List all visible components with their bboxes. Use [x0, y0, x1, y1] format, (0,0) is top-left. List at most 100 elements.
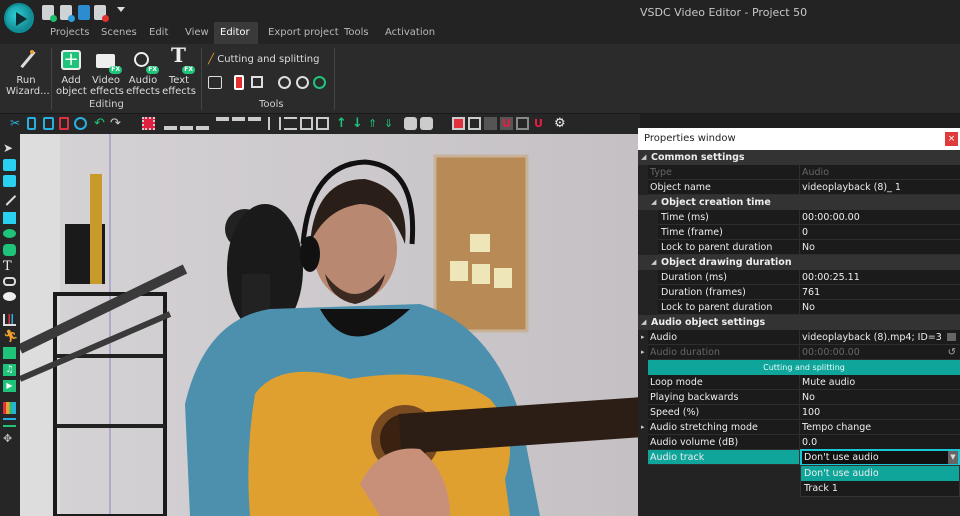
audio-spectrum-icon[interactable]	[3, 402, 16, 414]
property-value[interactable]: 100	[802, 405, 820, 420]
export-icon[interactable]	[78, 5, 90, 20]
paste-icon[interactable]	[43, 117, 54, 130]
property-value[interactable]: Tempo change	[802, 420, 871, 435]
property-row-duration-ms[interactable]: Duration (ms) 00:00:25.11	[638, 270, 960, 285]
multi-sprite-icon[interactable]	[3, 175, 16, 187]
delete-icon[interactable]	[59, 117, 69, 130]
close-icon[interactable]: ×	[945, 132, 958, 146]
move-icon[interactable]: ✥	[3, 433, 16, 445]
collapse-icon[interactable]: ◢	[641, 150, 646, 165]
property-value[interactable]: No	[802, 390, 815, 405]
property-row-duration-frames[interactable]: Duration (frames) 761	[638, 285, 960, 300]
expand-icon[interactable]: ▸	[641, 420, 645, 435]
property-row-lock-to-parent-duration[interactable]: Lock to parent duration No	[638, 300, 960, 315]
snap-edge-icon[interactable]: U	[532, 117, 545, 130]
cutting-and-splitting-button[interactable]: Cutting and splitting	[648, 360, 960, 375]
align-middle-icon[interactable]	[232, 117, 245, 130]
ungroup-icon[interactable]	[468, 117, 481, 130]
crop-icon[interactable]	[251, 76, 263, 88]
freehand-shape-icon[interactable]	[3, 244, 16, 256]
property-value[interactable]: No	[802, 240, 815, 255]
align-left-icon[interactable]	[164, 117, 177, 130]
run-wizard-button[interactable]: Run Wizard...	[6, 48, 50, 97]
distribute-horizontal-icon[interactable]	[268, 117, 281, 130]
ellipse-icon[interactable]	[3, 229, 16, 238]
chevron-down-icon[interactable]: ▼	[948, 451, 958, 464]
tab-edit[interactable]: Edit	[143, 22, 174, 44]
align-right-icon[interactable]	[196, 117, 209, 130]
section-object-drawing-duration[interactable]: ◢ Object drawing duration	[638, 255, 960, 270]
property-row-audio-duration[interactable]: ▸ Audio duration 00:00:00.00 ↺	[638, 345, 960, 360]
text-effects-button[interactable]: T FX Text effects	[162, 45, 196, 97]
settings-gear-icon[interactable]: ⚙	[554, 117, 567, 130]
property-value[interactable]: 0.0	[802, 435, 817, 450]
dropdown-icon[interactable]	[117, 7, 125, 12]
property-row-time-ms[interactable]: Time (ms) 00:00:00.00	[638, 210, 960, 225]
collapse-icon[interactable]: ◢	[651, 195, 656, 210]
chart-icon[interactable]	[3, 314, 16, 326]
property-value[interactable]: 761	[802, 285, 820, 300]
cut-icon[interactable]: ✂	[10, 117, 23, 130]
tab-editor[interactable]: Editor	[214, 22, 258, 44]
pointer-icon[interactable]: ➤	[3, 142, 16, 154]
property-value[interactable]: videoplayback (8)_ 1	[802, 180, 901, 195]
video-preview[interactable]	[20, 134, 640, 516]
new-project-icon[interactable]	[42, 5, 57, 22]
magnet-icon[interactable]: U	[500, 117, 513, 130]
property-value[interactable]: videoplayback (8).mp4; ID=3	[802, 330, 942, 345]
tab-projects[interactable]: Projects	[44, 22, 95, 44]
same-size-icon[interactable]	[300, 117, 313, 130]
tab-export-project[interactable]: Export project	[262, 22, 345, 44]
property-value[interactable]: 00:00:25.11	[802, 270, 860, 285]
move-bottom-icon[interactable]: ⇓	[384, 117, 397, 130]
image-icon[interactable]	[3, 347, 16, 359]
reset-icon[interactable]: ↺	[948, 345, 956, 360]
stabilize-icon[interactable]	[313, 76, 326, 89]
expand-icon[interactable]: ▸	[641, 330, 645, 345]
property-row-playing-backwards[interactable]: Playing backwards No	[638, 390, 960, 405]
open-file-icon[interactable]	[947, 333, 956, 341]
record-icon[interactable]	[94, 5, 109, 22]
group-icon[interactable]	[452, 117, 465, 130]
copy-icon[interactable]	[27, 117, 36, 130]
circle-icon[interactable]	[74, 117, 87, 130]
split-icon[interactable]	[208, 76, 222, 89]
property-value[interactable]: 00:00:00.00	[802, 210, 860, 225]
property-row-time-frame[interactable]: Time (frame) 0	[638, 225, 960, 240]
rotate-right-icon[interactable]	[296, 76, 309, 89]
property-value[interactable]: Mute audio	[802, 375, 855, 390]
expand-icon[interactable]: ▸	[641, 345, 645, 360]
shape-icon[interactable]	[404, 117, 417, 130]
audio-effects-button[interactable]: FX Audio effects	[126, 48, 160, 97]
speech-bubble-icon[interactable]	[3, 292, 16, 301]
section-common-settings[interactable]: ◢ Common settings	[638, 150, 960, 165]
move-top-icon[interactable]: ⇑	[368, 117, 381, 130]
redo-icon[interactable]: ↷	[110, 117, 123, 130]
grid-icon[interactable]	[484, 117, 497, 130]
trim-icon[interactable]	[234, 75, 244, 90]
tab-view[interactable]: View	[179, 22, 215, 44]
property-row-lock-to-parent-duration[interactable]: Lock to parent duration No	[638, 240, 960, 255]
audio-track-dropdown[interactable]: Don't use audio ▼	[800, 449, 960, 466]
rotate-left-icon[interactable]	[278, 76, 291, 89]
align-center-icon[interactable]	[180, 117, 193, 130]
save-project-icon[interactable]	[60, 5, 75, 22]
property-row-loop-mode[interactable]: Loop mode Mute audio	[638, 375, 960, 390]
section-object-creation-time[interactable]: ◢ Object creation time	[638, 195, 960, 210]
dropdown-option[interactable]: Don't use audio	[801, 466, 959, 481]
property-row-audio-stretching-mode[interactable]: ▸ Audio stretching mode Tempo change	[638, 420, 960, 435]
subtitles-icon[interactable]	[3, 277, 16, 286]
align-bottom-icon[interactable]	[248, 117, 261, 130]
center-icon[interactable]	[316, 117, 329, 130]
select-all-icon[interactable]	[142, 117, 155, 130]
tab-scenes[interactable]: Scenes	[95, 22, 143, 44]
collapse-icon[interactable]: ◢	[651, 255, 656, 270]
property-row-speed[interactable]: Speed (%) 100	[638, 405, 960, 420]
shape-options-icon[interactable]	[420, 117, 433, 130]
align-top-icon[interactable]	[216, 117, 229, 130]
snap-frame-icon[interactable]	[516, 117, 529, 130]
line-icon[interactable]	[2, 192, 17, 206]
property-row-audio[interactable]: ▸ Audio videoplayback (8).mp4; ID=3	[638, 330, 960, 345]
property-value[interactable]: No	[802, 300, 815, 315]
video-effects-button[interactable]: FX Video effects	[90, 48, 124, 97]
